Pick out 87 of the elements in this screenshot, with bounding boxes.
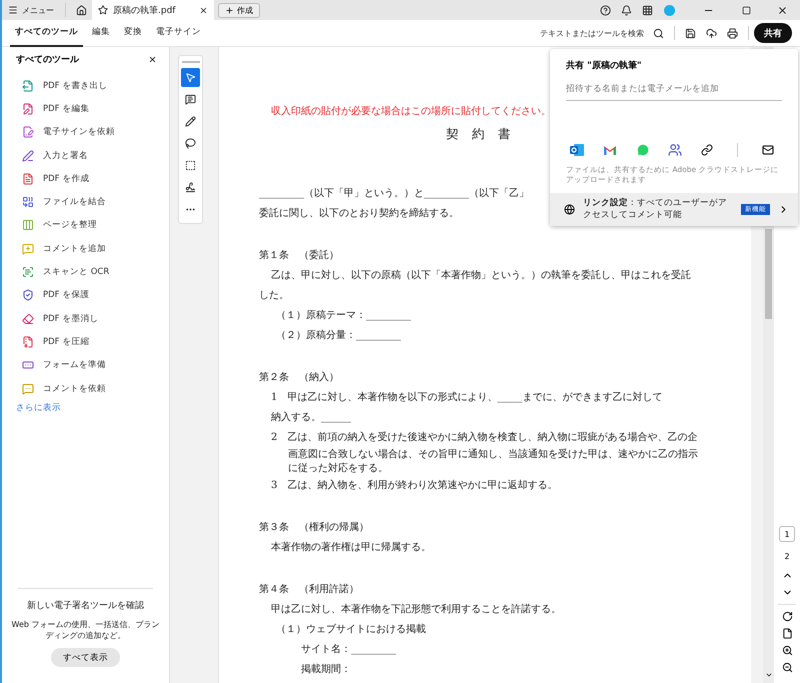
tool-label: スキャンと OCR bbox=[43, 266, 110, 278]
tool-item[interactable]: ページを整理 bbox=[2, 214, 169, 238]
menu-tab[interactable]: 電子サイン bbox=[151, 20, 206, 46]
article-heading: 第２条 （納入） bbox=[259, 370, 339, 385]
star-icon[interactable] bbox=[98, 5, 108, 15]
tab-title: 原稿の執筆.pdf bbox=[113, 4, 176, 16]
article-heading: 第３条 （権利の帰属） bbox=[259, 520, 369, 535]
article-heading: 第１条 （委託） bbox=[259, 248, 339, 263]
page-icon[interactable] bbox=[782, 628, 792, 639]
document-text: 掲載期間： bbox=[300, 662, 351, 677]
document-text: _________（以下「甲」という。）と_________（以下「乙」 bbox=[259, 186, 529, 201]
mail-app-icon[interactable] bbox=[570, 143, 584, 157]
scrollbar-thumb[interactable] bbox=[765, 229, 772, 319]
popup-title: 共有 "原稿の執筆" bbox=[565, 59, 643, 72]
share-button[interactable]: 共有 bbox=[754, 23, 792, 43]
tool-item[interactable]: スキャンと OCR bbox=[2, 260, 169, 284]
promo-text: Web フォームの使用、一括送信、ブランディングの追加など。 bbox=[10, 618, 160, 641]
document-text: 本著作物の著作権は甲に帰属する。 bbox=[270, 540, 431, 555]
document-text: （１）原稿テーマ：_________ bbox=[275, 308, 411, 323]
page-number[interactable]: 1 bbox=[779, 526, 795, 542]
search-label[interactable]: テキストまたはツールを検索 bbox=[540, 28, 644, 38]
gmail-icon[interactable] bbox=[602, 143, 617, 157]
tool-item[interactable]: PDF を編集 bbox=[2, 97, 169, 121]
document-title: 契 約 書 bbox=[445, 125, 511, 143]
document-text: 甲は乙に対し、本著作物を下記形態で利用することを許諾する。 bbox=[270, 602, 561, 617]
document-text: 画意図に合致しない場合は、その旨甲に通知し、当該通知を受けた甲は、速やかに乙の指示 bbox=[287, 448, 698, 462]
tool-item[interactable]: PDF を作成 bbox=[2, 167, 169, 190]
menu-icon bbox=[8, 5, 18, 15]
document-text: （１）ウェブサイトにおける掲載 bbox=[275, 622, 426, 637]
menu-tab[interactable]: 編集 bbox=[87, 20, 115, 46]
team-icon[interactable] bbox=[668, 143, 682, 157]
link-icon[interactable] bbox=[701, 144, 714, 156]
document-text: した。 bbox=[259, 289, 289, 303]
close-icon[interactable] bbox=[148, 55, 157, 64]
zoom-in-icon[interactable] bbox=[782, 645, 792, 656]
close-icon[interactable] bbox=[199, 6, 208, 14]
document-text: サイト名：_________ bbox=[300, 643, 396, 657]
tool-item[interactable]: PDF を圧縮 bbox=[2, 330, 169, 354]
document-text: 1 甲は乙に対し、本著作物を以下の形式により、_____までに、ができます乙に対して bbox=[270, 390, 662, 405]
document-tab[interactable]: 原稿の執筆.pdf bbox=[92, 0, 214, 20]
tool-label: ページを整理 bbox=[43, 219, 97, 232]
tool-label: ファイルを結合 bbox=[43, 196, 106, 208]
promo-title: 新しい電子署名ツールを確認 bbox=[27, 600, 144, 612]
document-text: 3 乙は、納入物を、利用が終わり次第速やかに甲に返却する。 bbox=[270, 478, 558, 493]
tool-label: フォームを準備 bbox=[43, 359, 106, 372]
plus-icon bbox=[225, 6, 234, 14]
mail-icon[interactable] bbox=[762, 144, 774, 156]
tool-label: PDF を墨消し bbox=[43, 312, 98, 325]
tool-item[interactable]: PDF を書き出し bbox=[2, 74, 169, 98]
tool-item[interactable]: コメントを追加 bbox=[2, 237, 169, 260]
menu-button[interactable]: メニュー bbox=[2, 0, 60, 20]
tool-item[interactable]: ファイルを結合 bbox=[2, 190, 169, 214]
article-heading: 第４条 （利用許諾） bbox=[259, 582, 359, 597]
menu-tab[interactable]: 変換 bbox=[119, 20, 147, 46]
show-all-button[interactable]: すべて表示 bbox=[51, 648, 120, 667]
tool-label: コメントを依頼 bbox=[43, 382, 106, 394]
stamp-note: 収入印紙の貼付が必要な場合はこの場所に貼付してください。 bbox=[270, 104, 551, 119]
tool-label: PDF を編集 bbox=[43, 102, 90, 115]
tool-label: PDF を作成 bbox=[43, 172, 90, 185]
tool-label: 入力と署名 bbox=[43, 150, 88, 162]
pointer-icon[interactable] bbox=[181, 68, 200, 87]
rotate-icon[interactable] bbox=[782, 611, 792, 622]
document-text: 2 乙は、前項の納入を受けた後速やかに納入物を検査し、納入物に瑕疵がある場合や、乙の企 bbox=[270, 430, 698, 445]
tool-item[interactable]: フォームを準備 bbox=[2, 354, 169, 377]
globe-icon bbox=[564, 204, 575, 216]
create-button[interactable]: 作成 bbox=[218, 2, 260, 18]
document-text: 委託に関し、以下のとおり契約を締結する。 bbox=[259, 206, 459, 221]
tool-item[interactable]: コメントを依頼 bbox=[2, 376, 169, 400]
tool-label: コメントを追加 bbox=[43, 242, 106, 255]
tool-item[interactable]: PDF を墨消し bbox=[2, 306, 169, 330]
tool-label: PDF を書き出し bbox=[43, 80, 108, 92]
document-text: に従った対応をする。 bbox=[287, 462, 388, 476]
zoom-out-icon[interactable] bbox=[782, 662, 792, 673]
document-text: 納入する。______ bbox=[270, 410, 351, 425]
tool-label: 電子サインを依頼 bbox=[43, 126, 115, 138]
tool-label: PDF を圧縮 bbox=[43, 336, 90, 348]
tool-label: PDF を保護 bbox=[43, 289, 90, 302]
tool-item[interactable]: PDF を保護 bbox=[2, 284, 169, 307]
link-setting-text: リンク設定：すべてのユーザーがアクセスしてコメント可能 bbox=[583, 198, 728, 222]
show-more-link[interactable]: さらに表示 bbox=[2, 402, 169, 414]
tool-item[interactable]: 電子サインを依頼 bbox=[2, 120, 169, 144]
tool-item[interactable]: 入力と署名 bbox=[2, 144, 169, 168]
chevron-down-icon[interactable] bbox=[764, 671, 772, 679]
menu-tab[interactable]: すべてのツール bbox=[10, 20, 83, 46]
document-text: 乙は、甲に対し、以下の原稿（以下「本著作物」という。）の執筆を委託し、甲はこれを受託 bbox=[270, 268, 691, 283]
document-text: （２）原稿分量：_________ bbox=[275, 328, 401, 343]
sidebar-title: すべてのツール bbox=[16, 54, 79, 66]
